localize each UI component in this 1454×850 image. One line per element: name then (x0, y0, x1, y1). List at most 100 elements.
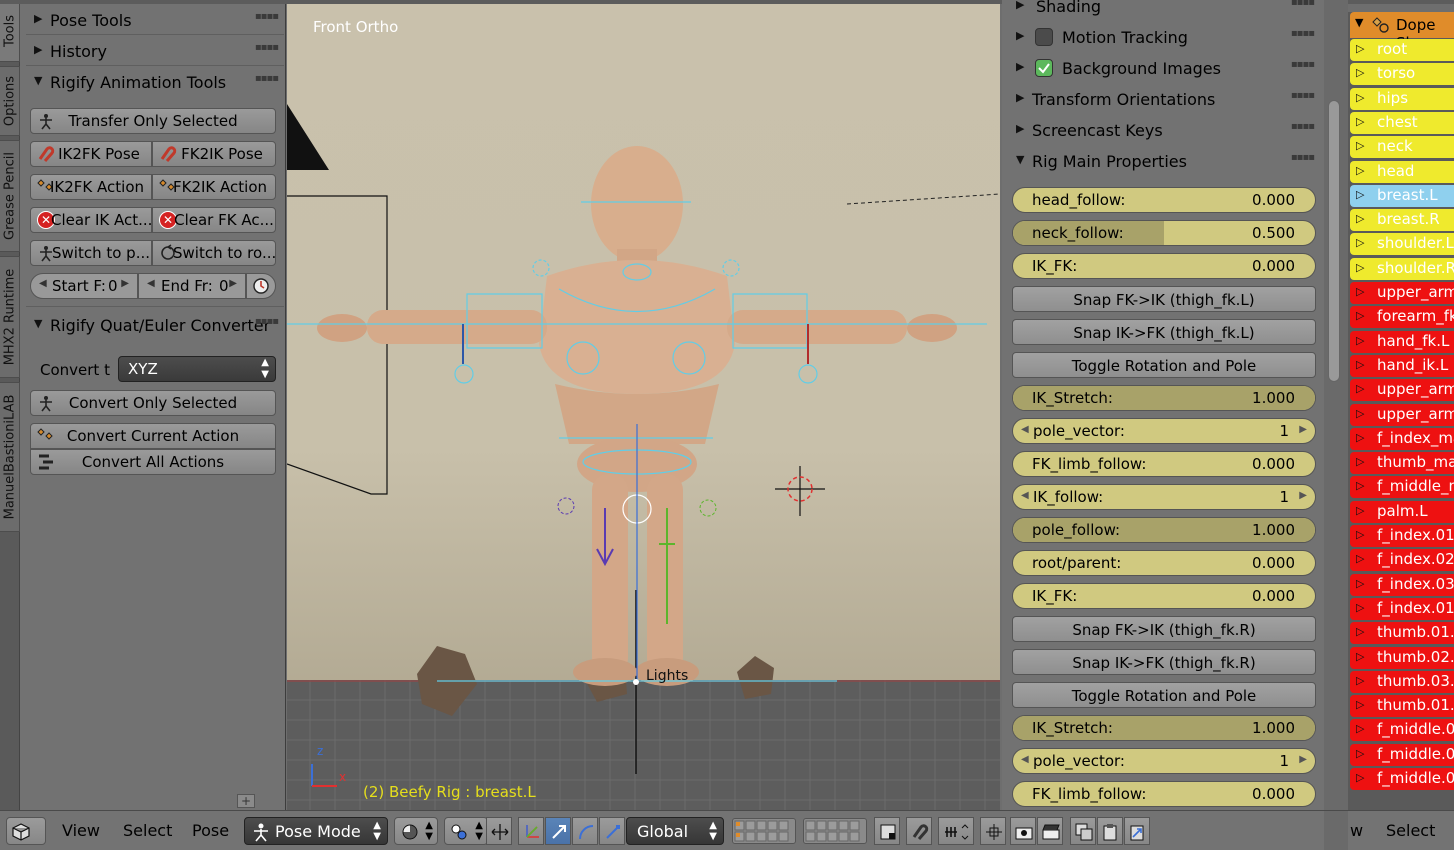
dope-sheet-menu-select[interactable]: Select (1386, 821, 1435, 840)
transform-orientation-select[interactable]: Global ▲ ▼ (626, 817, 724, 845)
expand-icon[interactable]: ▷ (1356, 479, 1364, 492)
decrement-icon[interactable]: ◀ (1021, 490, 1029, 501)
panel-shading[interactable]: ▶ Shading ▪▪▪▪ (1008, 0, 1320, 20)
background-images-checkbox[interactable] (1035, 59, 1053, 77)
expand-icon[interactable]: ▷ (1356, 212, 1364, 225)
expand-icon[interactable]: ▷ (1356, 164, 1364, 177)
ik-stretch-slider-r[interactable]: IK_Stretch: 1.000 (1012, 715, 1316, 741)
expand-icon[interactable]: ▷ (1356, 722, 1364, 735)
expand-icon[interactable]: ▷ (1356, 771, 1364, 784)
ik2fk-action-button[interactable]: IK2FK Action (30, 174, 152, 200)
snap-toggle-button[interactable] (906, 817, 932, 845)
expand-icon[interactable]: ▷ (1356, 698, 1364, 711)
convert-current-action-button[interactable]: Convert Current Action (30, 423, 276, 449)
drag-grip-icon[interactable]: ▪▪▪▪ (1291, 59, 1315, 70)
expand-icon[interactable]: ▷ (1356, 601, 1364, 614)
properties-scrollbar[interactable] (1328, 100, 1340, 382)
channel-row[interactable]: ▷ f_index.03. (1350, 573, 1454, 596)
expand-icon[interactable]: ▷ (1356, 431, 1364, 444)
expand-icon[interactable]: ▷ (1356, 407, 1364, 420)
decrement-icon[interactable]: ◀ (147, 278, 155, 289)
bone-layers-a[interactable] (732, 818, 796, 844)
expand-icon[interactable]: ▷ (1356, 334, 1364, 347)
expand-icon[interactable]: ▷ (1356, 42, 1364, 55)
expand-icon[interactable]: ▷ (1356, 747, 1364, 760)
increment-icon[interactable]: ▶ (229, 278, 237, 289)
channel-row[interactable]: ▷ f_middle.03 (1350, 768, 1454, 790)
channel-row[interactable]: ▷ chest (1350, 111, 1454, 134)
neck-follow-slider[interactable]: neck_follow: 0.500 (1012, 220, 1316, 246)
expand-icon[interactable]: ▷ (1356, 552, 1364, 565)
panel-rigify-quat-euler-converter[interactable]: ▼ Rigify Quat/Euler Converter ▪▪▪▪ (28, 312, 282, 338)
panel-motion-tracking[interactable]: ▶ Motion Tracking ▪▪▪▪ (1008, 23, 1320, 51)
decrement-icon[interactable]: ◀ (1021, 754, 1029, 765)
expand-icon[interactable]: ▷ (1356, 625, 1364, 638)
add-panel-icon[interactable]: + (237, 794, 255, 808)
expand-icon[interactable]: ▷ (1356, 309, 1364, 322)
channel-row[interactable]: ▷ thumb.01.L (1350, 622, 1454, 645)
switch-to-rotation-button[interactable]: Switch to ro... (152, 240, 276, 266)
root-parent-slider[interactable]: root/parent: 0.000 (1012, 550, 1316, 576)
expand-icon[interactable]: ▷ (1356, 650, 1364, 663)
drag-grip-icon[interactable]: ▪▪▪▪ (1291, 28, 1315, 39)
tab-mhx2-runtime[interactable]: MHX2 Runtime (0, 256, 20, 378)
drag-grip-icon[interactable]: ▪▪▪▪ (255, 42, 279, 53)
render-image-button[interactable] (1010, 817, 1036, 845)
panel-pose-tools[interactable]: ▶ Pose Tools ▪▪▪▪ (28, 7, 282, 33)
panel-background-images[interactable]: ▶ Background Images ▪▪▪▪ (1008, 54, 1320, 82)
channel-row[interactable]: ▷ f_middle.02 (1350, 743, 1454, 766)
3d-viewport[interactable]: Front Ortho Lights z x (2) Beefy Rig : b… (287, 4, 1000, 810)
channel-row[interactable]: ▷ thumb.01.L (1350, 695, 1454, 718)
expand-icon[interactable]: ▷ (1356, 115, 1364, 128)
decrement-icon[interactable]: ◀ (39, 278, 47, 289)
tab-options[interactable]: Options (0, 66, 20, 136)
menu-view[interactable]: View (62, 821, 100, 840)
drag-grip-icon[interactable]: ▪▪▪▪ (1291, 90, 1315, 101)
fk2ik-pose-button[interactable]: FK2IK Pose (152, 141, 276, 167)
menu-select[interactable]: Select (123, 821, 172, 840)
viewport-shading-select[interactable]: ▲ ▼ (394, 817, 438, 845)
expand-icon[interactable]: ▷ (1356, 674, 1364, 687)
expand-icon[interactable]: ▷ (1356, 455, 1364, 468)
decrement-icon[interactable]: ◀ (1021, 424, 1029, 435)
increment-icon[interactable]: ▶ (1299, 754, 1307, 765)
manipulator-toggle[interactable] (486, 817, 512, 845)
pole-follow-slider[interactable]: pole_follow: 1.000 (1012, 517, 1316, 543)
expand-icon[interactable]: ▷ (1356, 285, 1364, 298)
channel-row[interactable]: ▷ upper_arm (1350, 282, 1454, 304)
channel-row[interactable]: ▷ breast.L (1350, 184, 1454, 207)
expand-icon[interactable]: ▷ (1356, 577, 1364, 590)
channel-row[interactable]: ▷ root (1350, 39, 1454, 61)
translate-tool-button[interactable] (545, 817, 571, 845)
panel-screencast-keys[interactable]: ▶ Screencast Keys ▪▪▪▪ (1008, 116, 1320, 144)
channel-row[interactable]: ▷ forearm_fk (1350, 306, 1454, 329)
expand-icon[interactable]: ▷ (1356, 382, 1364, 395)
dope-sheet-menu-view[interactable]: w (1350, 821, 1363, 840)
clear-fk-action-button[interactable]: ✕ Clear FK Ac... (152, 207, 276, 233)
expand-icon[interactable]: ▷ (1356, 261, 1364, 274)
ik-stretch-slider-l[interactable]: IK_Stretch: 1.000 (1012, 385, 1316, 411)
drag-grip-icon[interactable]: ▪▪▪▪ (1291, 121, 1315, 132)
transfer-only-selected-button[interactable]: Transfer Only Selected (30, 108, 276, 134)
drag-grip-icon[interactable]: ▪▪▪▪ (1291, 0, 1315, 8)
channel-row[interactable]: ▷ shoulder.L (1350, 233, 1454, 256)
panel-history[interactable]: ▶ History ▪▪▪▪ (28, 38, 282, 64)
expand-icon[interactable]: ▷ (1356, 188, 1364, 201)
render-animation-button[interactable] (1037, 817, 1063, 845)
increment-icon[interactable]: ▶ (1299, 490, 1307, 501)
head-follow-slider[interactable]: head_follow: 0.000 (1012, 187, 1316, 213)
channel-row[interactable]: ▷ palm.L (1350, 500, 1454, 523)
channel-row[interactable]: ▷ thumb.03.L (1350, 670, 1454, 693)
channel-row[interactable]: ▷ thumb.02.L (1350, 646, 1454, 669)
paste-pose-button[interactable] (1097, 817, 1123, 845)
tab-tools[interactable]: Tools (0, 0, 20, 62)
tab-grease-pencil[interactable]: Grease Pencil (0, 140, 20, 252)
channel-row[interactable]: ▷ neck (1350, 136, 1454, 159)
snap-fk-to-ik-thigh-r-button[interactable]: Snap FK->IK (thigh_fk.R) (1012, 616, 1316, 642)
toggle-rotation-pole-r-button[interactable]: Toggle Rotation and Pole (1012, 682, 1316, 708)
panel-rig-main-properties[interactable]: ▼ Rig Main Properties ▪▪▪▪ (1008, 147, 1320, 175)
snap-element-select[interactable] (938, 817, 974, 845)
expand-icon[interactable]: ▷ (1356, 91, 1364, 104)
rotation-mode-select[interactable]: XYZ ▲ ▼ (118, 356, 276, 382)
channel-row[interactable]: ▷ shoulder.R (1350, 257, 1454, 280)
